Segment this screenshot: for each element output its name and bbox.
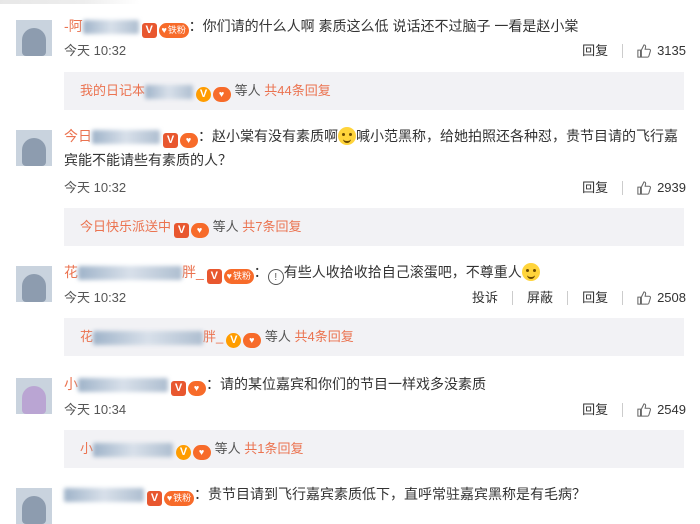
like-button[interactable]: 3135 xyxy=(637,41,686,61)
comment-body: 请的某位嘉宾和你们的节目一样戏多没素质 xyxy=(220,376,486,392)
verified-icon: V xyxy=(226,333,242,348)
avatar[interactable] xyxy=(16,378,52,414)
verified-icon: V xyxy=(206,269,222,284)
reply-suffix: 等人 xyxy=(234,83,261,98)
verified-icon: V xyxy=(176,445,192,460)
like-count: 2939 xyxy=(657,180,686,195)
reply-suffix: 等人 xyxy=(264,329,291,344)
comment-body: 贵节目请到飞行嘉宾素质低下，直呼常驻嘉宾黑称是有毛病？ xyxy=(208,486,586,502)
fan-badge-small: ♥ xyxy=(213,87,232,102)
fan-badge-small: ♥ xyxy=(243,333,262,348)
reply-button[interactable]: 回复 xyxy=(582,178,608,198)
reply-thread-box[interactable]: 今日快乐派送中 V ♥ 等人 共7条回复 xyxy=(64,208,684,246)
username-link[interactable]: 今日 xyxy=(64,128,160,145)
like-button[interactable]: 2508 xyxy=(637,288,686,308)
comment-text-line: -阿 V ♥铁粉 ：你们请的什么人啊 素质这么低 说话还不过脑子 一看是赵小棠 xyxy=(64,18,579,38)
reply-names[interactable]: 今日快乐派送中 xyxy=(80,219,171,234)
comment-meta: 今天 10:32 投诉 屏蔽 回复 2508 xyxy=(64,288,686,308)
reply-button[interactable]: 回复 xyxy=(582,400,608,420)
thumbs-up-icon xyxy=(637,44,652,58)
reply-count-link[interactable]: 共1条回复 xyxy=(244,441,303,456)
comment-body: 你们请的什么人啊 素质这么低 说话还不过脑子 一看是赵小棠 xyxy=(202,18,579,34)
timestamp: 今天 10:32 xyxy=(64,180,127,195)
username-link[interactable] xyxy=(64,486,144,503)
reply-count-link[interactable]: 共7条回复 xyxy=(242,219,301,234)
verified-icon: V xyxy=(141,23,157,38)
comment-meta: 今天 10:32 回复 2939 xyxy=(64,178,686,198)
thumbs-up-icon xyxy=(637,181,652,195)
verified-icon: V xyxy=(171,381,186,396)
fan-badge: ♥铁粉 xyxy=(158,23,189,38)
verified-icon: V xyxy=(196,87,212,102)
grin-emoji-icon xyxy=(338,127,356,145)
username-link[interactable]: 小 xyxy=(64,376,168,393)
fan-badge: ♥铁粉 xyxy=(164,491,194,506)
like-button[interactable]: 2939 xyxy=(637,178,686,198)
reply-names[interactable]: 花胖_ xyxy=(80,329,223,345)
reply-count-link[interactable]: 共4条回复 xyxy=(295,329,354,344)
fan-badge-small: ♥ xyxy=(180,133,198,148)
comment-feed: -阿 V ♥铁粉 ：你们请的什么人啊 素质这么低 说话还不过脑子 一看是赵小棠 今天 … xyxy=(0,0,700,524)
avatar[interactable] xyxy=(16,266,52,302)
verified-icon: V xyxy=(174,223,190,238)
reply-suffix: 等人 xyxy=(214,441,241,456)
avatar[interactable] xyxy=(16,20,52,56)
reply-names[interactable]: 小 xyxy=(80,441,174,457)
comment-text-line: V ♥铁粉 ：贵节目请到飞行嘉宾素质低下，直呼常驻嘉宾黑称是有毛病？ xyxy=(64,482,686,506)
reply-button[interactable]: 回复 xyxy=(582,288,608,308)
warning-emoji-icon: ! xyxy=(267,269,284,285)
comment-meta: 今天 10:32 回复 3135 xyxy=(64,41,686,61)
comment-text-line: 今日 V ♥ ：赵小棠有没有素质啊 喊小范黑称，给她拍照还各种怼，贵节目请的飞行嘉宾能不… xyxy=(64,127,678,168)
reply-button[interactable]: 回复 xyxy=(582,41,608,61)
timestamp: 今天 10:34 xyxy=(64,402,127,417)
comment-body: 有些人收拾收拾自己滚蛋吧，不尊重人 xyxy=(283,264,522,280)
reply-thread-box[interactable]: 花胖_ V ♥ 等人 共4条回复 xyxy=(64,318,684,356)
report-button[interactable]: 投诉 xyxy=(472,288,498,308)
username-link[interactable]: -阿 xyxy=(64,18,139,35)
reply-thread-box[interactable]: 我的日记本 V ♥ 等人 共44条回复 xyxy=(64,72,684,110)
comment-text-line: 小 V ♥ ：请的某位嘉宾和你们的节目一样戏多没素质 xyxy=(64,376,486,396)
previous-content-fragment xyxy=(0,0,140,4)
avatar[interactable] xyxy=(16,488,52,524)
comment-body-part1: 赵小棠有没有素质啊 xyxy=(212,128,338,144)
reply-thread-box[interactable]: 小 V ♥ 等人 共1条回复 xyxy=(64,430,684,468)
timestamp: 今天 10:32 xyxy=(64,290,127,305)
fan-badge-small: ♥ xyxy=(191,223,210,238)
fan-badge-small: ♥ xyxy=(193,445,212,460)
fan-badge: ♥铁粉 xyxy=(223,269,254,284)
reply-count-link[interactable]: 共44条回复 xyxy=(264,83,330,98)
like-count: 2508 xyxy=(657,290,686,305)
block-button[interactable]: 屏蔽 xyxy=(527,288,553,308)
avatar[interactable] xyxy=(16,130,52,166)
timestamp: 今天 10:32 xyxy=(64,43,127,58)
like-count: 3135 xyxy=(657,43,686,58)
verified-icon: V xyxy=(163,133,178,148)
thumbs-up-icon xyxy=(637,291,652,305)
reply-suffix: 等人 xyxy=(212,219,239,234)
fan-badge-small: ♥ xyxy=(188,381,206,396)
smile-emoji-icon xyxy=(521,263,540,281)
username-link[interactable]: 花胖_ xyxy=(64,264,204,281)
comment-text-line: 花胖_ V ♥铁粉：! 有些人收拾收拾自己滚蛋吧，不尊重人 xyxy=(64,260,686,285)
comment-meta: 今天 10:34 回复 2549 xyxy=(64,400,686,420)
thumbs-up-icon xyxy=(637,403,652,417)
verified-icon: V xyxy=(147,491,162,506)
like-button[interactable]: 2549 xyxy=(637,400,686,420)
like-count: 2549 xyxy=(657,402,686,417)
reply-names[interactable]: 我的日记本 xyxy=(80,83,194,99)
